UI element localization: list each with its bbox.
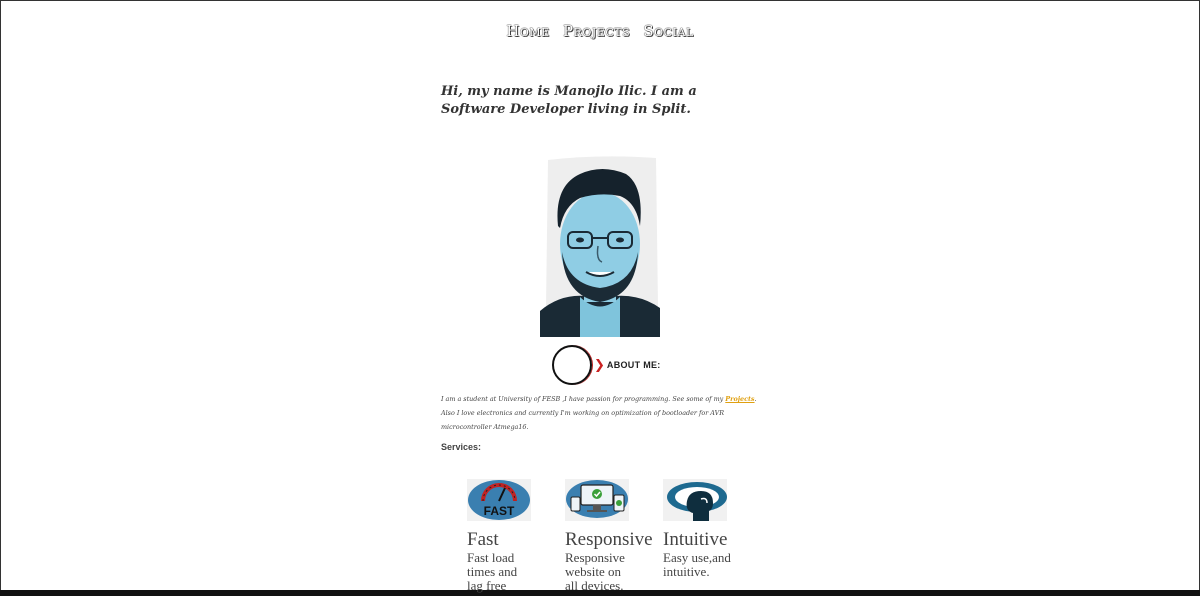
service-fast: FAST Fast Fast load times and lag free: [467, 479, 563, 593]
nav-social-link[interactable]: Social: [643, 22, 693, 40]
devices-icon: [565, 479, 629, 521]
service-fast-title: Fast: [467, 529, 499, 550]
service-responsive-desc: Responsive website on all devices.: [565, 550, 625, 593]
services-label: Services:: [441, 442, 482, 452]
about-me-text: I am a student at University of FESB ,I …: [441, 392, 761, 434]
profile-photo: [540, 156, 660, 337]
about-me-header: ❯ ABOUT ME:: [552, 345, 661, 385]
service-responsive-title: Responsive: [565, 529, 653, 550]
speedometer-icon: FAST: [467, 479, 531, 521]
service-intuitive: Intuitive Easy use,and intuitive.: [663, 479, 759, 579]
chevron-right-icon: ❯: [594, 357, 605, 373]
intro-heading: Hi, my name is Manojlo Ilic. I am a Soft…: [441, 84, 697, 117]
head-eye-icon: [663, 479, 727, 521]
service-fast-desc: Fast load times and lag free: [467, 550, 518, 593]
projects-link[interactable]: Projects: [725, 395, 754, 403]
service-intuitive-title: Intuitive: [663, 529, 728, 550]
nav-home-link[interactable]: Home: [506, 22, 549, 40]
nav-projects-link[interactable]: Projects: [563, 22, 630, 40]
circle-icon: [552, 345, 592, 385]
service-intuitive-desc: Easy use,and intuitive.: [663, 550, 731, 579]
about-text-part1: I am a student at University of FESB ,I …: [441, 395, 726, 403]
service-responsive: Responsive Responsive website on all dev…: [565, 479, 661, 593]
top-nav: Home Projects Social: [0, 22, 1200, 40]
about-me-label: ABOUT ME:: [606, 360, 661, 370]
svg-text:FAST: FAST: [484, 504, 515, 518]
